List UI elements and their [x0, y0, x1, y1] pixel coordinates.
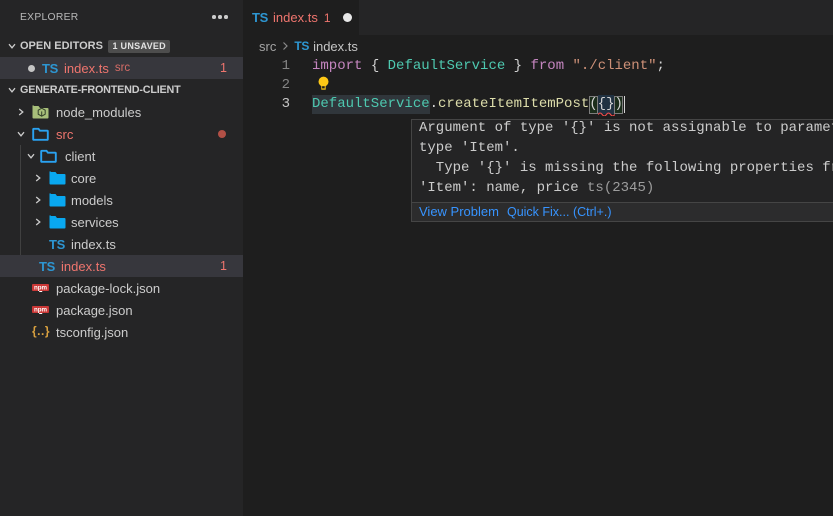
svg-text:npm: npm: [34, 307, 48, 314]
svg-text:npm: npm: [34, 285, 48, 292]
